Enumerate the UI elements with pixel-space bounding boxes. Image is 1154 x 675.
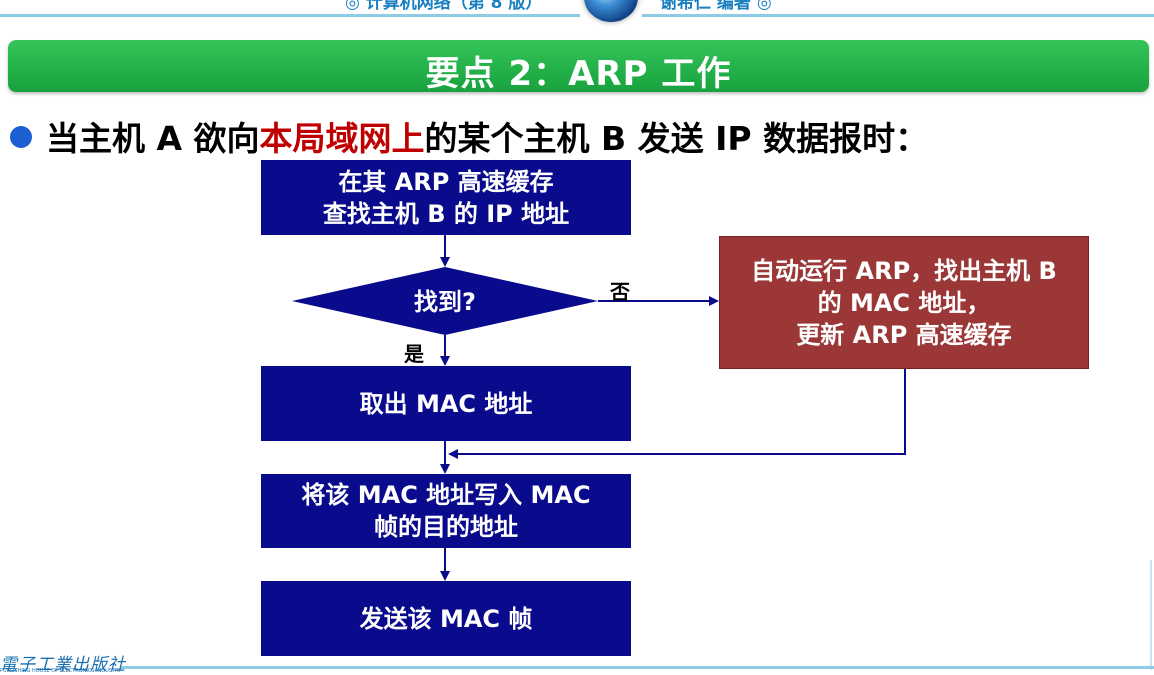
flow-step-run-arp-line2: 的 MAC 地址， bbox=[817, 288, 991, 317]
flow-step-get-mac: 取出 MAC 地址 bbox=[261, 366, 631, 441]
flow-step-run-arp: 自动运行 ARP，找出主机 B 的 MAC 地址， 更新 ARP 高速缓存 bbox=[719, 236, 1089, 369]
flow-step-lookup-cache: 在其 ARP 高速缓存 查找主机 B 的 IP 地址 bbox=[261, 160, 631, 235]
flow-step-lookup-line2: 查找主机 B 的 IP 地址 bbox=[322, 199, 570, 228]
publisher-logo-subtext: PUBLISHING HOUSE OF ELECTRONICS INDUSTRY bbox=[0, 668, 122, 674]
flow-decision-label: 找到? bbox=[414, 288, 476, 316]
flow-step-run-arp-line3: 更新 ARP 高速缓存 bbox=[796, 320, 1012, 349]
footer-rule bbox=[120, 666, 1154, 669]
flow-step-lookup-line1: 在其 ARP 高速缓存 bbox=[338, 167, 554, 196]
flow-step-write-mac-line2: 帧的目的地址 bbox=[374, 513, 518, 541]
flow-step-run-arp-line1: 自动运行 ARP，找出主机 B bbox=[751, 256, 1057, 285]
flow-no-label: 否 bbox=[610, 280, 630, 304]
flow-yes-label: 是 bbox=[404, 342, 424, 366]
flow-step-send-frame: 发送该 MAC 帧 bbox=[261, 581, 631, 656]
right-edge-rule bbox=[1150, 560, 1152, 670]
flow-step-write-mac-line1: 将该 MAC 地址写入 MAC bbox=[301, 481, 591, 509]
flow-step-write-mac: 将该 MAC 地址写入 MAC 帧的目的地址 bbox=[261, 474, 631, 548]
